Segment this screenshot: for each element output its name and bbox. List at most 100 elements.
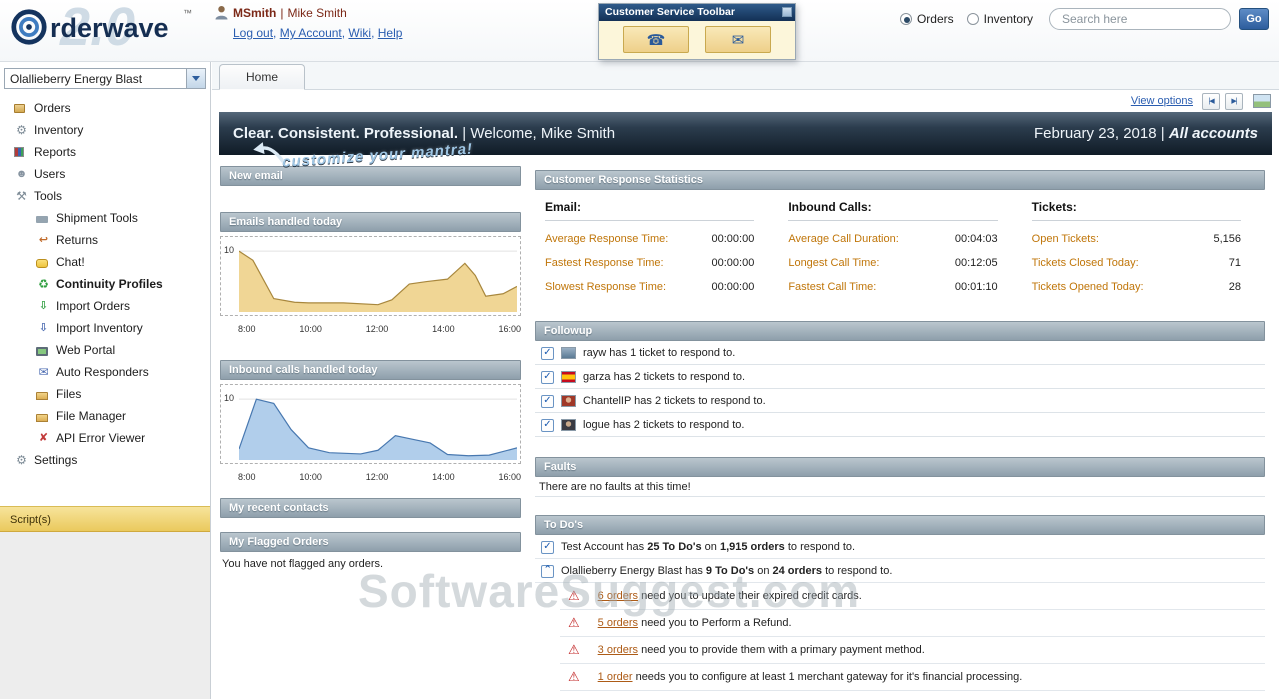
todo-checkbox[interactable]: ˆ (541, 565, 554, 578)
phone-button[interactable]: ☎ (623, 26, 689, 53)
sidebar-item-shipment-tools[interactable]: Shipment Tools (0, 207, 210, 229)
order-count-link[interactable]: 1 order (598, 671, 633, 683)
y-axis-label: 10 (224, 393, 234, 403)
sidebar-item-inventory[interactable]: Inventory (0, 119, 210, 141)
import-inventory-icon (36, 322, 51, 335)
sidebar-item-label: Shipment Tools (56, 211, 138, 225)
pager-first-icon: |◀ (1208, 97, 1213, 105)
sidebar-item-settings[interactable]: Settings (0, 449, 210, 471)
banner-separator: | (1157, 125, 1169, 142)
script-row[interactable]: Script(s) (0, 506, 210, 532)
link-log-out[interactable]: Log out (233, 26, 273, 40)
followup-text: has 2 tickets to respond to. (611, 371, 746, 383)
tabstrip: Home (212, 62, 1279, 90)
link-wiki[interactable]: Wiki (348, 26, 371, 40)
account-selector-value: Olallieberry Energy Blast (5, 72, 186, 86)
sidebar-item-label: Import Inventory (56, 321, 143, 335)
actionbar: View options |◀ ▶| (212, 90, 1279, 112)
search-input[interactable] (1049, 8, 1231, 30)
calls-chart: 10 (220, 384, 521, 464)
link-my-account[interactable]: My Account (280, 26, 342, 40)
avatar-icon (561, 395, 576, 407)
todo-row: ˆOlallieberry Energy Blast has 9 To Do's… (535, 559, 1265, 583)
stat-row: Tickets Opened Today:28 (1032, 275, 1241, 299)
followup-user: ChantelIP (583, 395, 631, 407)
topbar: 2.0 rderwave ™ MSmith | Mike Smith Log o… (0, 0, 1279, 62)
banner-date: February 23, 2018 (1034, 125, 1157, 142)
user-separator: | (280, 6, 283, 20)
sidebar-item-reports[interactable]: Reports (0, 141, 210, 163)
followup-checkbox[interactable]: ✓ (541, 371, 554, 384)
banner-account: All accounts (1169, 125, 1258, 142)
email-button[interactable]: ✉ (705, 26, 771, 53)
sidebar-item-tools[interactable]: Tools (0, 185, 210, 207)
sidebar-item-orders[interactable]: Orders (0, 97, 210, 119)
sidebar-item-returns[interactable]: Returns (0, 229, 210, 251)
user-fullname: Mike Smith (287, 6, 346, 20)
orderwave-logo[interactable]: 2.0 rderwave ™ (10, 6, 220, 56)
link-help[interactable]: Help (378, 26, 403, 40)
account-selector[interactable]: Olallieberry Energy Blast (4, 68, 206, 89)
followup-row: ✓rayw has 1 ticket to respond to. (535, 341, 1265, 365)
sidebar-item-api-error-viewer[interactable]: API Error Viewer (0, 427, 210, 449)
user-links: Log out, My Account, Wiki, Help (233, 26, 402, 40)
followup-checkbox[interactable]: ✓ (541, 395, 554, 408)
api-error-icon (36, 432, 51, 445)
account-dropdown-button[interactable] (186, 69, 205, 88)
sidebar-item-continuity-profiles[interactable]: Continuity Profiles (0, 273, 210, 295)
sidebar-item-file-manager[interactable]: File Manager (0, 405, 210, 427)
import-orders-icon (36, 300, 51, 313)
warning-icon: ⚠ (568, 588, 580, 604)
todo-checkbox[interactable]: ✓ (541, 541, 554, 554)
sidebar-item-files[interactable]: Files (0, 383, 210, 405)
warning-icon: ⚠ (568, 642, 580, 658)
view-options-link[interactable]: View options (1131, 95, 1193, 107)
stat-label: Average Call Duration: (788, 227, 898, 251)
order-count-link[interactable]: 5 orders (598, 617, 638, 629)
x-tick-label: 14:00 (432, 324, 455, 334)
todo-text: on (754, 565, 772, 577)
radio-orders[interactable] (900, 13, 912, 25)
sidebar-item-auto-responders[interactable]: Auto Responders (0, 361, 210, 383)
stat-label: Longest Call Time: (788, 251, 879, 275)
todo-text: Test Account has (561, 541, 647, 553)
pager-last-button[interactable]: ▶| (1225, 93, 1243, 110)
sidebar-item-web-portal[interactable]: Web Portal (0, 339, 210, 361)
section-header-recent-contacts: My recent contacts (220, 498, 521, 518)
todo-alert-row: ⚠1 order needs you to configure at least… (560, 664, 1265, 691)
files-icon (36, 392, 48, 400)
radio-label-orders[interactable]: Orders (917, 12, 954, 26)
followup-text: has 1 ticket to respond to. (606, 347, 735, 359)
stats-body: Email:Average Response Time:00:00:00Fast… (535, 190, 1265, 311)
image-icon[interactable] (1253, 94, 1271, 108)
stat-row: Fastest Response Time:00:00:00 (545, 251, 754, 275)
stat-row: Open Tickets:5,156 (1032, 227, 1241, 251)
order-count-link[interactable]: 6 orders (598, 590, 638, 602)
sidebar-item-import-orders[interactable]: Import Orders (0, 295, 210, 317)
warning-icon: ⚠ (568, 669, 580, 685)
sidebar-item-import-inventory[interactable]: Import Inventory (0, 317, 210, 339)
sidebar-item-users[interactable]: Users (0, 163, 210, 185)
followup-checkbox[interactable]: ✓ (541, 419, 554, 432)
banner-separator: | (458, 125, 470, 142)
tab-home[interactable]: Home (219, 64, 305, 90)
sidebar-item-chat[interactable]: Chat! (0, 251, 210, 273)
stats-column-header: Email: (545, 200, 754, 221)
emails-area-chart (239, 239, 517, 312)
x-tick-label: 12:00 (366, 324, 389, 334)
todo-text: to respond to. (822, 565, 892, 577)
pager-first-button[interactable]: |◀ (1202, 93, 1220, 110)
search-go-button[interactable]: Go (1239, 8, 1269, 30)
order-count-link[interactable]: 3 orders (598, 644, 638, 656)
link-separator: , (371, 26, 378, 40)
radio-inventory[interactable] (967, 13, 979, 25)
followup-row: ✓garza has 2 tickets to respond to. (535, 365, 1265, 389)
arrow-icon (251, 140, 287, 166)
todo-alert-row: ⚠3 orders need you to provide them with … (560, 637, 1265, 664)
pager-last-icon: ▶| (1231, 97, 1236, 105)
emails-chart-x-axis: 8:0010:0012:0014:0016:00 (220, 324, 521, 334)
followup-checkbox[interactable]: ✓ (541, 347, 554, 360)
radio-label-inventory[interactable]: Inventory (984, 12, 1033, 26)
stat-value: 5,156 (1213, 227, 1241, 251)
toolbar-popout-icon[interactable] (782, 7, 792, 17)
